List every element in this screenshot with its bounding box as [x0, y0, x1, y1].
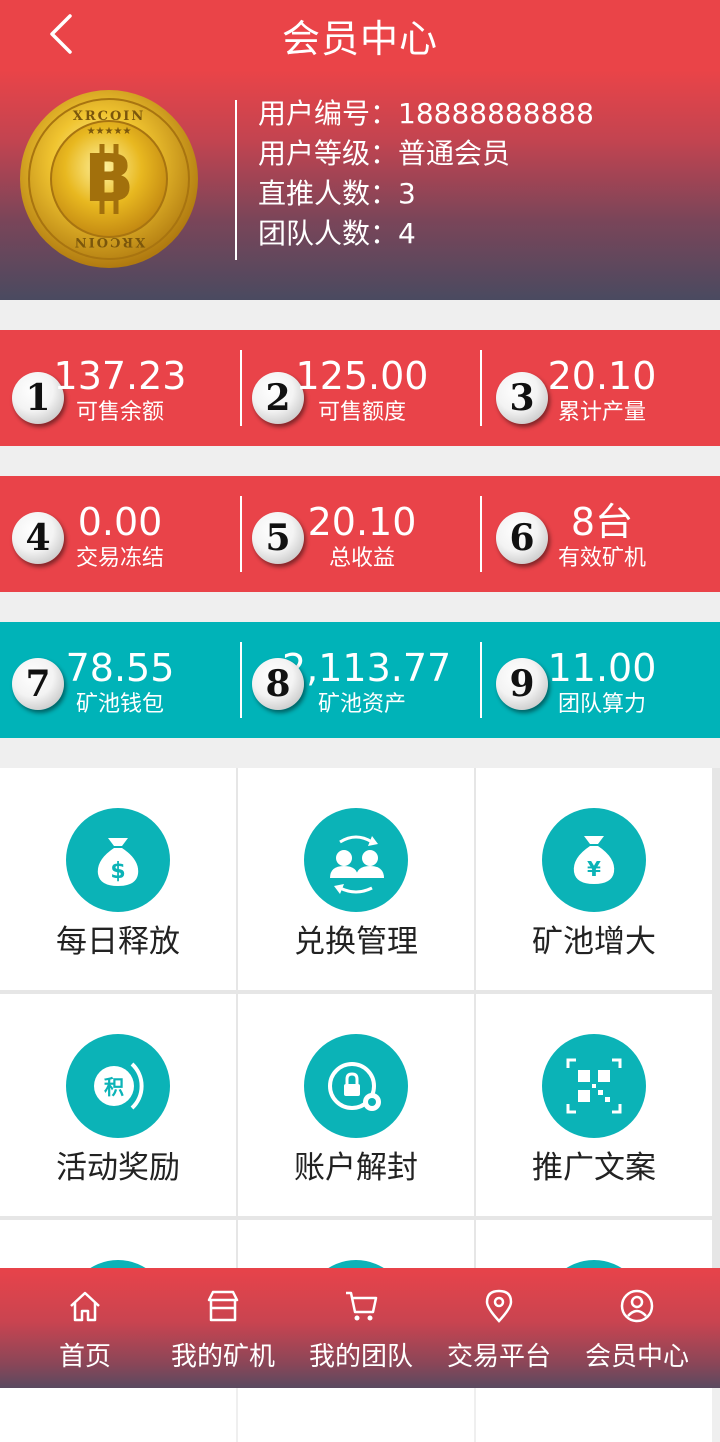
menu-activity-reward[interactable]: 积 活动奖励 [0, 994, 236, 1216]
member-info: 用户编号：18888888888 用户等级：普通会员 直推人数：3 团队人数：4 [258, 94, 594, 254]
stat-label: 可售余额 [75, 400, 164, 425]
stat-divider [480, 496, 482, 572]
svg-text:★★★★★: ★★★★★ [87, 126, 132, 137]
stat-label: 交易冻结 [75, 546, 164, 571]
svg-text:积: 积 [104, 1075, 124, 1099]
stat-value: 78.55 [65, 646, 175, 690]
stat-label: 矿池资产 [317, 692, 406, 717]
stat-label: 累计产量 [557, 400, 646, 425]
nav-label: 会员中心 [584, 1342, 689, 1372]
menu-daily-release[interactable]: $ 每日释放 [0, 768, 236, 990]
user-level: 用户等级：普通会员 [258, 137, 511, 170]
cart-icon [346, 1291, 378, 1321]
member-header: 会员中心 B XRCOIN XRCOIN ★★★★★ 用户编号：18888888… [0, 0, 720, 300]
stat-pool-wallet[interactable]: 7 78.55 矿池钱包 [0, 622, 240, 738]
menu-account-unblock[interactable]: 账户解封 [238, 994, 474, 1216]
stat-label: 有效矿机 [557, 546, 646, 571]
stat-value: 20.10 [547, 354, 657, 398]
stat-active-miners[interactable]: 6 8台 有效矿机 [480, 476, 720, 592]
stat-team-hashrate[interactable]: 9 11.00 团队算力 [480, 622, 720, 738]
coin-text-top: XRCOIN [73, 109, 146, 124]
nav-label: 首页 [58, 1342, 111, 1372]
stat-label: 团队算力 [557, 692, 646, 717]
menu-label: 矿池增大 [532, 924, 656, 960]
svg-text:$: $ [110, 859, 125, 884]
stat-value: 125.00 [295, 354, 429, 398]
nav-member-center[interactable]: 会员中心 [574, 1268, 700, 1388]
home-icon [70, 1291, 100, 1322]
stat-label: 可售额度 [317, 400, 406, 425]
qr-code-icon [542, 1034, 646, 1138]
user-id: 用户编号：18888888888 [258, 97, 594, 130]
location-icon [485, 1289, 513, 1323]
stat-trade-frozen[interactable]: 4 0.00 交易冻结 [0, 476, 240, 592]
coin-text-bottom: XRCOIN [73, 234, 146, 249]
stats-band-2: 4 0.00 交易冻结 5 20.10 总收益 6 8台 有效矿机 [0, 476, 720, 592]
stat-sellable-balance[interactable]: 1 137.23 可售余额 [0, 330, 240, 446]
nav-home[interactable]: 首页 [30, 1268, 140, 1388]
stat-value: 137.23 [53, 354, 187, 398]
stats-band-1: 1 137.23 可售余额 2 125.00 可售额度 3 20.10 累计产量 [0, 330, 720, 446]
stats-band-3: 7 78.55 矿池钱包 2,113.77 8 矿池资产 9 11.00 团队算… [0, 622, 720, 738]
stat-value: 0.00 [77, 500, 163, 544]
nav-label: 我的矿机 [170, 1342, 275, 1372]
stat-divider [480, 642, 482, 718]
money-bag-yuan-icon: ¥ [542, 808, 646, 912]
nav-trading-platform[interactable]: 交易平台 [436, 1268, 562, 1388]
nav-my-miners[interactable]: 我的矿机 [160, 1268, 286, 1388]
nav-label: 交易平台 [446, 1342, 551, 1372]
nav-my-team[interactable]: 我的团队 [298, 1268, 424, 1388]
svg-text:B: B [84, 140, 134, 217]
stat-label: 矿池钱包 [75, 692, 164, 717]
stat-divider [240, 350, 242, 426]
stat-pool-assets[interactable]: 2,113.77 8 矿池资产 [240, 622, 480, 738]
nav-label: 我的团队 [308, 1342, 413, 1372]
shop-icon [207, 1290, 239, 1322]
menu-label: 账户解封 [294, 1150, 418, 1186]
feature-grid: $ 每日释放 兑换管理 ¥ 矿池增大 积 活动奖励 账户解封 推广文案 [0, 768, 720, 1442]
page-title: 会员中心 [281, 17, 438, 61]
user-exchange-icon [304, 808, 408, 912]
menu-label: 推广文案 [532, 1150, 656, 1186]
menu-label: 活动奖励 [56, 1150, 180, 1186]
svg-text:¥: ¥ [587, 857, 601, 881]
stat-value: 8台 [570, 500, 634, 544]
bottom-nav: 首页 我的矿机 我的团队 交易平台 会员中心 [0, 1268, 720, 1388]
stat-divider [240, 496, 242, 572]
stat-divider [480, 350, 482, 426]
stat-cumulative-output[interactable]: 3 20.10 累计产量 [480, 330, 720, 446]
stat-value: 11.00 [547, 646, 657, 690]
direct-referrals: 直推人数：3 [258, 177, 416, 210]
menu-pool-increase[interactable]: ¥ 矿池增大 [476, 768, 712, 990]
menu-promotion-copy[interactable]: 推广文案 [476, 994, 712, 1216]
header-divider [235, 100, 237, 260]
user-circle-icon [620, 1289, 654, 1323]
stat-value: 20.10 [307, 500, 417, 544]
stat-divider [240, 642, 242, 718]
stat-total-income[interactable]: 5 20.10 总收益 [240, 476, 480, 592]
stat-value: 2,113.77 [282, 646, 452, 690]
money-bag-dollar-icon: $ [66, 808, 170, 912]
bitcoin-coin-icon: B XRCOIN XRCOIN ★★★★★ [20, 90, 198, 268]
team-size: 团队人数：4 [258, 217, 416, 250]
stat-sellable-quota[interactable]: 2 125.00 可售额度 [240, 330, 480, 446]
menu-exchange-management[interactable]: 兑换管理 [238, 768, 474, 990]
points-icon: 积 [66, 1034, 170, 1138]
menu-label: 兑换管理 [294, 924, 418, 960]
menu-label: 每日释放 [56, 924, 180, 960]
stat-label: 总收益 [328, 546, 395, 571]
lock-gear-icon [304, 1034, 408, 1138]
